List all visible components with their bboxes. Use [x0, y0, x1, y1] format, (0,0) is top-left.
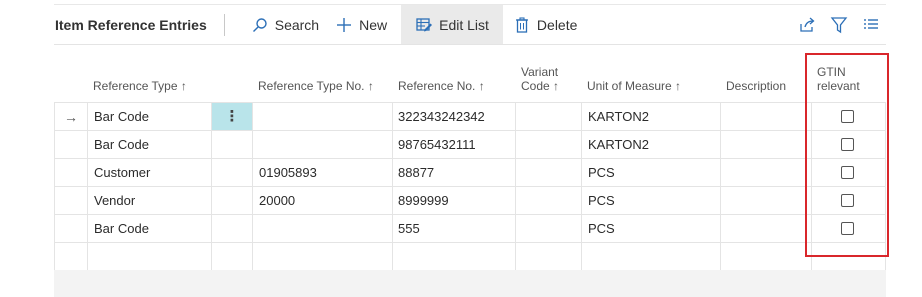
current-row-arrow-icon: →	[64, 109, 78, 125]
toolbar-divider	[223, 13, 225, 36]
edit-list-button[interactable]: Edit List	[401, 4, 503, 45]
column-divider	[392, 102, 393, 270]
gtin-relevant-checkbox[interactable]	[841, 194, 854, 207]
header-variant-code-line2[interactable]: Code ↑	[521, 79, 559, 93]
column-divider	[811, 102, 812, 270]
column-divider	[211, 102, 212, 270]
cell-unit-of-measure[interactable]: PCS	[588, 215, 615, 243]
cell-reference-type[interactable]: Bar Code	[94, 215, 149, 243]
plus-icon	[335, 16, 353, 34]
header-gtin-line1[interactable]: GTIN	[817, 65, 846, 79]
grid-right-border	[885, 102, 886, 270]
table-row[interactable]: Customer 01905893 88877 PCS	[54, 159, 886, 187]
filter-icon[interactable]	[828, 14, 850, 36]
cell-reference-type-no[interactable]: 20000	[259, 187, 295, 215]
table-row[interactable]: Bar Code 555 PCS	[54, 215, 886, 243]
gtin-relevant-checkbox[interactable]	[841, 166, 854, 179]
column-divider	[252, 102, 253, 270]
table-row[interactable]: Bar Code 98765432111 KARTON2	[54, 131, 886, 159]
cell-reference-no[interactable]: 98765432111	[398, 131, 476, 159]
item-reference-grid: Reference Type ↑ Reference Type No. ↑ Re…	[54, 44, 886, 271]
search-icon	[251, 16, 269, 34]
column-divider	[720, 102, 721, 270]
new-empty-row[interactable]	[54, 243, 886, 271]
row-actions-menu-button[interactable]: ⋮	[212, 103, 252, 130]
search-label: Search	[274, 16, 320, 33]
table-row[interactable]: Vendor 20000 8999999 PCS	[54, 187, 886, 215]
header-reference-type-no[interactable]: Reference Type No. ↑	[258, 79, 374, 93]
cell-reference-no[interactable]: 322343242342	[398, 103, 485, 131]
grid-footer	[54, 270, 886, 297]
cell-unit-of-measure[interactable]: KARTON2	[588, 131, 649, 159]
trash-icon	[513, 16, 531, 34]
list-view-icon[interactable]	[860, 14, 882, 36]
edit-list-label: Edit List	[439, 16, 489, 33]
toolbar-right-actions	[796, 14, 886, 36]
gtin-relevant-checkbox[interactable]	[841, 222, 854, 235]
delete-label: Delete	[536, 16, 578, 33]
header-reference-no[interactable]: Reference No. ↑	[398, 79, 485, 93]
share-icon[interactable]	[796, 14, 818, 36]
edit-list-icon	[415, 16, 433, 34]
delete-button[interactable]: Delete	[505, 5, 585, 45]
cell-unit-of-measure[interactable]: PCS	[588, 159, 615, 187]
column-divider	[515, 102, 516, 270]
column-divider	[581, 102, 582, 270]
cell-reference-type-no[interactable]: 01905893	[259, 159, 317, 187]
cell-reference-no[interactable]: 555	[398, 215, 420, 243]
cell-reference-type[interactable]: Vendor	[94, 187, 135, 215]
table-row[interactable]: → Bar Code ⋮ 322343242342 KARTON2	[54, 103, 886, 131]
cell-reference-no[interactable]: 88877	[398, 159, 434, 187]
column-divider	[87, 102, 88, 270]
header-gtin-line2[interactable]: relevant	[817, 79, 860, 93]
grid-left-border	[54, 102, 55, 270]
gtin-relevant-checkbox[interactable]	[841, 110, 854, 123]
header-reference-type[interactable]: Reference Type ↑	[93, 79, 187, 93]
new-button[interactable]: New	[327, 5, 395, 45]
search-button[interactable]: Search	[243, 5, 327, 45]
cell-reference-type[interactable]: Customer	[94, 159, 150, 187]
cell-reference-type[interactable]: Bar Code	[94, 103, 149, 131]
new-label: New	[359, 16, 388, 33]
cell-reference-type[interactable]: Bar Code	[94, 131, 149, 159]
page-title: Item Reference Entries	[55, 16, 207, 33]
cell-unit-of-measure[interactable]: KARTON2	[588, 103, 649, 131]
page: Item Reference Entries Search New Edit L…	[0, 0, 922, 297]
gtin-relevant-checkbox[interactable]	[841, 138, 854, 151]
header-unit-of-measure[interactable]: Unit of Measure ↑	[587, 79, 681, 93]
cell-reference-no[interactable]: 8999999	[398, 187, 449, 215]
cell-unit-of-measure[interactable]: PCS	[588, 187, 615, 215]
grid-header: Reference Type ↑ Reference Type No. ↑ Re…	[54, 45, 886, 103]
header-description[interactable]: Description	[726, 79, 786, 93]
header-variant-code-line1[interactable]: Variant	[521, 65, 558, 79]
action-bar: Item Reference Entries Search New Edit L…	[54, 4, 886, 45]
